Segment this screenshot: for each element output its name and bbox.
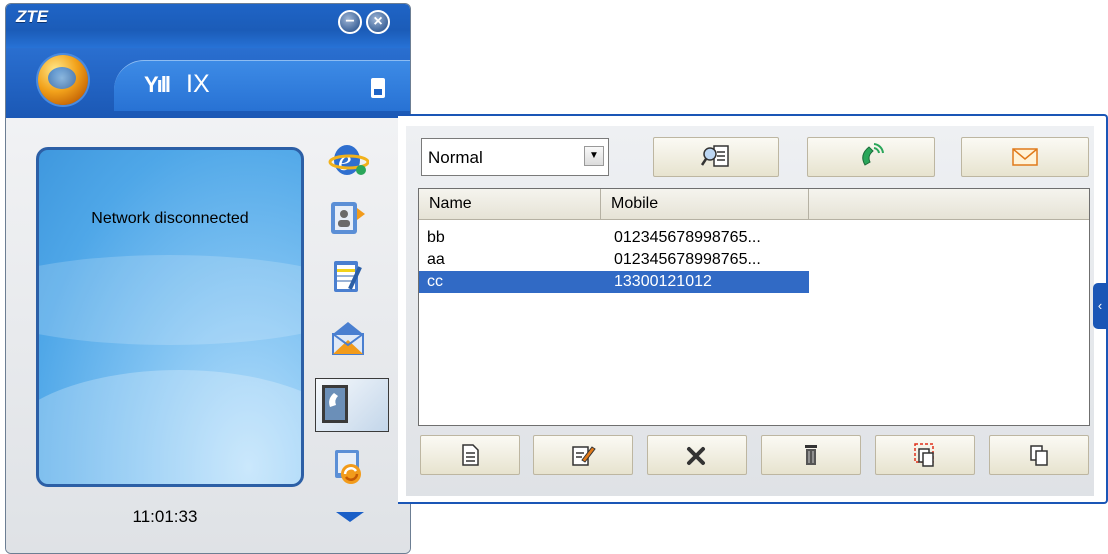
contact-name: aa	[427, 251, 445, 268]
delete-contact-icon	[687, 447, 705, 465]
table-row-selected[interactable]: cc 13300121012	[419, 271, 809, 293]
edit-contact-icon	[572, 446, 596, 466]
internet-icon[interactable]: e	[327, 140, 369, 180]
screen-decoration	[39, 370, 301, 484]
new-contact-icon	[462, 444, 479, 466]
svg-text:e: e	[338, 144, 351, 177]
group-select-value: Normal	[428, 148, 483, 167]
copy-selected-button[interactable]	[875, 435, 975, 475]
sync-icon[interactable]	[327, 446, 369, 486]
delete-all-icon	[805, 445, 817, 465]
minimize-button[interactable]: −	[338, 10, 362, 34]
network-type-label: IX	[186, 70, 210, 98]
collapse-panel-button[interactable]: ‹	[1093, 283, 1107, 329]
clock: 11:01:33	[132, 507, 198, 526]
connect-globe-icon[interactable]	[38, 55, 88, 105]
delete-all-button[interactable]	[761, 435, 861, 475]
copy-selected-icon	[914, 443, 934, 467]
send-message-button[interactable]	[961, 137, 1089, 177]
chevron-down-icon[interactable]: ▼	[584, 146, 604, 166]
search-contact-icon	[700, 145, 729, 167]
contacts-table: Name Mobile bb 012345678998765... aa 012…	[418, 188, 1090, 426]
sim-card-icon	[371, 78, 385, 98]
contact-name: bb	[427, 229, 445, 246]
contact-name: cc	[427, 273, 443, 290]
app-logo: ZTE	[16, 7, 49, 26]
sms-icon[interactable]	[327, 318, 369, 358]
column-header-filler	[809, 189, 1089, 219]
search-contact-button[interactable]	[653, 137, 779, 177]
notes-icon[interactable]	[327, 256, 369, 296]
title-bar[interactable]: ZTE − ×	[6, 4, 410, 48]
connection-status: Network disconnected	[91, 210, 249, 227]
message-icon	[1012, 148, 1038, 166]
column-header-name[interactable]: Name	[419, 189, 601, 219]
table-row[interactable]: aa 012345678998765...	[419, 249, 809, 271]
table-header: Name Mobile	[419, 189, 1089, 220]
status-header: Yıll IX	[6, 48, 410, 118]
edit-contact-button[interactable]	[533, 435, 633, 475]
dial-button[interactable]	[807, 137, 935, 177]
new-contact-button[interactable]	[420, 435, 520, 475]
status-screen: Network disconnected	[36, 147, 304, 487]
group-select[interactable]: Normal ▼	[421, 138, 609, 176]
call-button[interactable]	[315, 378, 389, 432]
contacts-icon[interactable]	[327, 198, 369, 238]
contact-mobile: 012345678998765...	[614, 229, 761, 246]
contact-mobile: 13300121012	[614, 273, 712, 290]
column-header-mobile[interactable]: Mobile	[601, 189, 809, 219]
close-button[interactable]: ×	[366, 10, 390, 34]
call-icon	[322, 385, 348, 423]
dial-icon	[862, 143, 884, 166]
signal-strength-icon: Yıll	[144, 72, 171, 97]
copy-button[interactable]	[989, 435, 1089, 475]
delete-contact-button[interactable]	[647, 435, 747, 475]
screen-decoration	[39, 255, 301, 345]
table-row[interactable]: bb 012345678998765...	[419, 227, 809, 249]
scroll-down-arrow-icon[interactable]	[336, 512, 364, 522]
copy-icon	[1030, 445, 1048, 466]
contact-mobile: 012345678998765...	[614, 251, 761, 268]
